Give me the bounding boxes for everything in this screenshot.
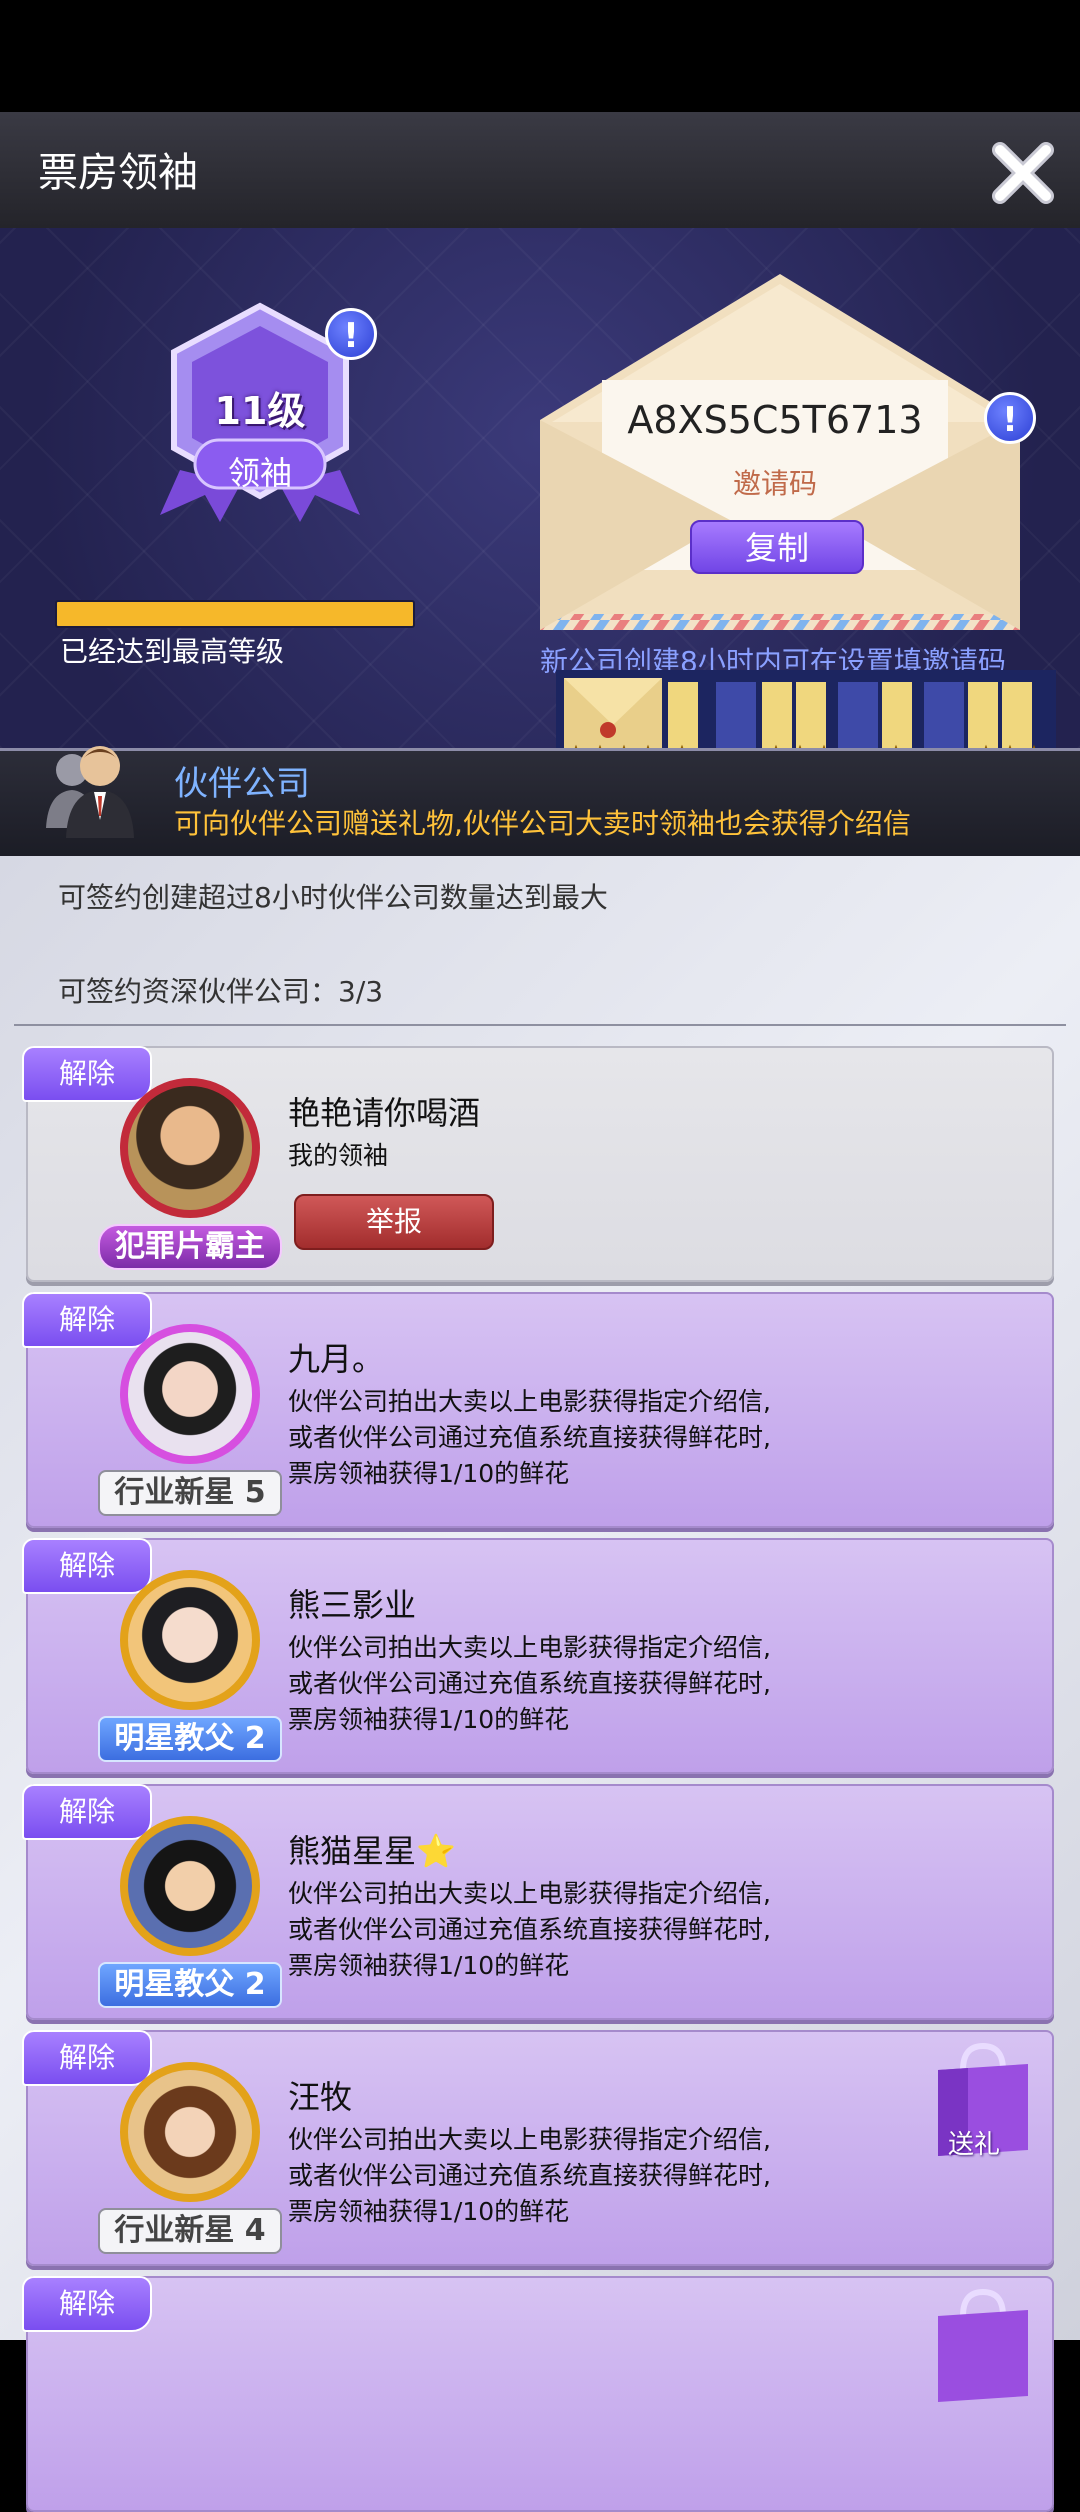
partner-card: 解除 犯罪片霸主 艳艳请你喝酒 我的领袖 举报	[22, 1046, 1054, 1282]
alert-icon[interactable]: !	[325, 308, 377, 360]
divider	[14, 1024, 1066, 1026]
invite-code-label: 邀请码	[732, 467, 817, 500]
company-role: 我的领袖	[288, 1141, 389, 1170]
rank-plate: 行业新星 5	[98, 1470, 282, 1516]
company-name: 熊猫星星⭐	[288, 1832, 456, 1870]
alert-icon[interactable]: !	[984, 392, 1036, 444]
gift-bag-icon[interactable]	[928, 2286, 1038, 2406]
info-limit-text: 可签约创建超过8小时伙伴公司数量达到最大	[58, 881, 608, 914]
release-button[interactable]: 解除	[22, 1292, 152, 1348]
release-button[interactable]: 解除	[22, 1538, 152, 1594]
release-button[interactable]: 解除	[22, 2276, 152, 2332]
gift-label[interactable]: 送礼	[948, 2124, 1000, 2161]
level-progress-bar	[55, 600, 415, 628]
rank-plate: 明星教父 2	[98, 1716, 282, 1762]
company-name: 九月。	[288, 1340, 385, 1378]
partner-card: 解除 行业新星 5 九月。 伙伴公司拍出大卖以上电影获得指定介绍信, 或者伙伴公…	[22, 1292, 1054, 1528]
rank-plate: 犯罪片霸主	[98, 1224, 282, 1270]
company-name: 汪牧	[288, 2078, 353, 2116]
company-description: 伙伴公司拍出大卖以上电影获得指定介绍信, 或者伙伴公司通过充值系统直接获得鲜花时…	[288, 2125, 771, 2226]
company-description: 伙伴公司拍出大卖以上电影获得指定介绍信, 或者伙伴公司通过充值系统直接获得鲜花时…	[288, 1879, 771, 1980]
company-description: 伙伴公司拍出大卖以上电影获得指定介绍信, 或者伙伴公司通过充值系统直接获得鲜花时…	[288, 1633, 771, 1734]
release-button[interactable]: 解除	[22, 2030, 152, 2086]
invite-code: A8XS5C5T6713	[627, 398, 923, 442]
release-button[interactable]: 解除	[22, 1046, 152, 1102]
page-title: 票房领袖	[38, 150, 198, 196]
avatar[interactable]	[120, 2062, 260, 2202]
level-text: 11级	[214, 389, 306, 433]
rank-plate: 明星教父 2	[98, 1962, 282, 2008]
avatar[interactable]	[120, 1324, 260, 1464]
partner-icon	[46, 746, 134, 838]
partner-card: 解除 明星教父 2 熊猫星星⭐ 伙伴公司拍出大卖以上电影获得指定介绍信, 或者伙…	[22, 1784, 1054, 2020]
avatar[interactable]	[120, 1816, 260, 1956]
close-icon[interactable]	[988, 138, 1058, 208]
company-description: 伙伴公司拍出大卖以上电影获得指定介绍信, 或者伙伴公司通过充值系统直接获得鲜花时…	[288, 1387, 771, 1488]
avatar[interactable]	[120, 1078, 260, 1218]
company-name: 熊三影业	[288, 1586, 417, 1624]
max-level-text: 已经达到最高等级	[60, 635, 285, 668]
copy-button[interactable]: 复制	[690, 520, 864, 574]
release-button[interactable]: 解除	[22, 1784, 152, 1840]
partner-card: 解除 行业新星 4 汪牧 伙伴公司拍出大卖以上电影获得指定介绍信, 或者伙伴公司…	[22, 2030, 1054, 2266]
info-senior-count: 可签约资深伙伴公司：3/3	[58, 975, 384, 1008]
partner-title: 伙伴公司	[174, 764, 310, 804]
avatar[interactable]	[120, 1570, 260, 1710]
status-bar	[0, 0, 1080, 112]
partner-card: 解除 明星教父 2 熊三影业 伙伴公司拍出大卖以上电影获得指定介绍信, 或者伙伴…	[22, 1538, 1054, 1774]
company-name: 艳艳请你喝酒	[288, 1094, 481, 1132]
envelope-icon	[540, 274, 1020, 630]
report-button[interactable]: 举报	[294, 1194, 494, 1250]
partner-card: 解除	[22, 2276, 1054, 2512]
partner-description: 可向伙伴公司赠送礼物,伙伴公司大卖时领袖也会获得介绍信	[174, 807, 911, 840]
rank-plate: 行业新星 4	[98, 2208, 282, 2254]
rank-text: 领袖	[227, 454, 292, 492]
